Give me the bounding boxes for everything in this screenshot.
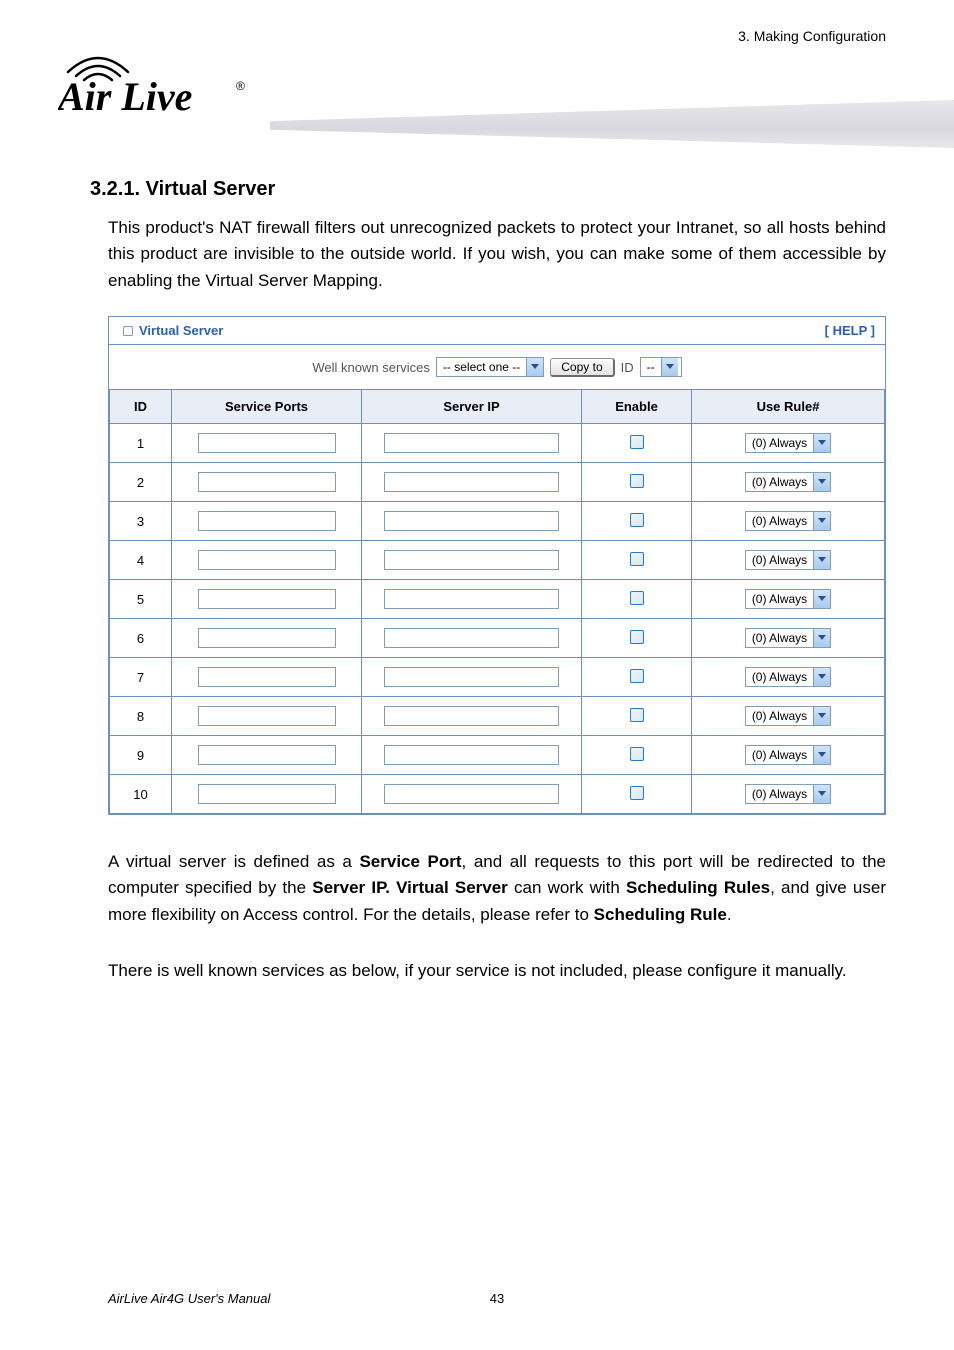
use-rule-select[interactable]: (0) Always: [745, 472, 831, 492]
cell-id: 5: [110, 580, 172, 619]
service-ports-input[interactable]: [198, 433, 336, 453]
service-ports-input[interactable]: [198, 628, 336, 648]
intro-paragraph: This product's NAT firewall filters out …: [108, 215, 886, 294]
server-ip-input[interactable]: [384, 472, 559, 492]
use-rule-select[interactable]: (0) Always: [745, 667, 831, 687]
chevron-down-icon: [813, 629, 830, 647]
col-header-id: ID: [110, 390, 172, 424]
table-row: 3 (0) Always: [110, 502, 885, 541]
cell-id: 1: [110, 424, 172, 463]
chevron-down-icon: [813, 668, 830, 686]
service-ports-input[interactable]: [198, 511, 336, 531]
table-row: 8 (0) Always: [110, 697, 885, 736]
table-row: 7 (0) Always: [110, 658, 885, 697]
server-ip-input[interactable]: [384, 706, 559, 726]
use-rule-select[interactable]: (0) Always: [745, 511, 831, 531]
well-known-label: Well known services: [312, 360, 430, 375]
enable-checkbox[interactable]: [630, 591, 644, 605]
id-label: ID: [621, 360, 634, 375]
chevron-down-icon: [526, 358, 543, 376]
section-heading: 3.2.1. Virtual Server: [90, 178, 886, 201]
enable-checkbox[interactable]: [630, 474, 644, 488]
panel-title: Virtual Server: [139, 323, 223, 338]
chevron-down-icon: [661, 358, 678, 376]
cell-id: 4: [110, 541, 172, 580]
service-ports-input[interactable]: [198, 706, 336, 726]
use-rule-select[interactable]: (0) Always: [745, 784, 831, 804]
use-rule-select[interactable]: (0) Always: [745, 628, 831, 648]
svg-text:Air Live: Air Live: [58, 74, 192, 119]
chevron-down-icon: [813, 707, 830, 725]
svg-text:®: ®: [236, 79, 245, 93]
brand-logo: Air Live ®: [58, 50, 263, 125]
service-ports-input[interactable]: [198, 550, 336, 570]
enable-checkbox[interactable]: [630, 630, 644, 644]
table-row: 6 (0) Always: [110, 619, 885, 658]
id-select[interactable]: --: [640, 357, 682, 377]
cell-id: 8: [110, 697, 172, 736]
server-ip-input[interactable]: [384, 628, 559, 648]
server-ip-input[interactable]: [384, 784, 559, 804]
cell-id: 3: [110, 502, 172, 541]
help-link[interactable]: [ HELP ]: [825, 323, 875, 338]
cell-id: 9: [110, 736, 172, 775]
server-ip-input[interactable]: [384, 433, 559, 453]
col-header-server-ip: Server IP: [362, 390, 582, 424]
cell-id: 2: [110, 463, 172, 502]
use-rule-select[interactable]: (0) Always: [745, 550, 831, 570]
enable-checkbox[interactable]: [630, 513, 644, 527]
panel-bullet-icon: [123, 326, 133, 336]
col-header-use-rule: Use Rule#: [692, 390, 885, 424]
server-ip-input[interactable]: [384, 511, 559, 531]
enable-checkbox[interactable]: [630, 747, 644, 761]
body-paragraph-2: There is well known services as below, i…: [108, 958, 886, 984]
use-rule-select[interactable]: (0) Always: [745, 433, 831, 453]
service-ports-input[interactable]: [198, 784, 336, 804]
body-paragraph-1: A virtual server is defined as a Service…: [108, 849, 886, 928]
enable-checkbox[interactable]: [630, 552, 644, 566]
service-ports-input[interactable]: [198, 589, 336, 609]
server-ip-input[interactable]: [384, 550, 559, 570]
table-row: 10 (0) Always: [110, 775, 885, 814]
enable-checkbox[interactable]: [630, 435, 644, 449]
service-ports-input[interactable]: [198, 745, 336, 765]
header-stripe: [270, 100, 954, 148]
chevron-down-icon: [813, 512, 830, 530]
server-ip-input[interactable]: [384, 667, 559, 687]
enable-checkbox[interactable]: [630, 708, 644, 722]
panel-filter-row: Well known services -- select one -- Cop…: [109, 345, 885, 390]
copy-to-button[interactable]: Copy to: [550, 358, 614, 377]
enable-checkbox[interactable]: [630, 669, 644, 683]
table-row: 5 (0) Always: [110, 580, 885, 619]
enable-checkbox[interactable]: [630, 786, 644, 800]
chevron-down-icon: [813, 746, 830, 764]
well-known-select[interactable]: -- select one --: [436, 357, 544, 377]
col-header-enable: Enable: [582, 390, 692, 424]
service-ports-input[interactable]: [198, 667, 336, 687]
virtual-server-table: ID Service Ports Server IP Enable Use Ru…: [109, 390, 885, 814]
table-row: 9 (0) Always: [110, 736, 885, 775]
chapter-label: 3. Making Configuration: [738, 28, 886, 44]
footer-page-number: 43: [490, 1291, 504, 1306]
server-ip-input[interactable]: [384, 589, 559, 609]
col-header-service-ports: Service Ports: [172, 390, 362, 424]
virtual-server-panel: Virtual Server [ HELP ] Well known servi…: [108, 316, 886, 815]
service-ports-input[interactable]: [198, 472, 336, 492]
cell-id: 7: [110, 658, 172, 697]
use-rule-select[interactable]: (0) Always: [745, 589, 831, 609]
chevron-down-icon: [813, 785, 830, 803]
chevron-down-icon: [813, 551, 830, 569]
chevron-down-icon: [813, 434, 830, 452]
cell-id: 6: [110, 619, 172, 658]
use-rule-select[interactable]: (0) Always: [745, 745, 831, 765]
use-rule-select[interactable]: (0) Always: [745, 706, 831, 726]
table-row: 1 (0) Always: [110, 424, 885, 463]
chevron-down-icon: [813, 590, 830, 608]
chevron-down-icon: [813, 473, 830, 491]
table-row: 2 (0) Always: [110, 463, 885, 502]
cell-id: 10: [110, 775, 172, 814]
table-row: 4 (0) Always: [110, 541, 885, 580]
server-ip-input[interactable]: [384, 745, 559, 765]
